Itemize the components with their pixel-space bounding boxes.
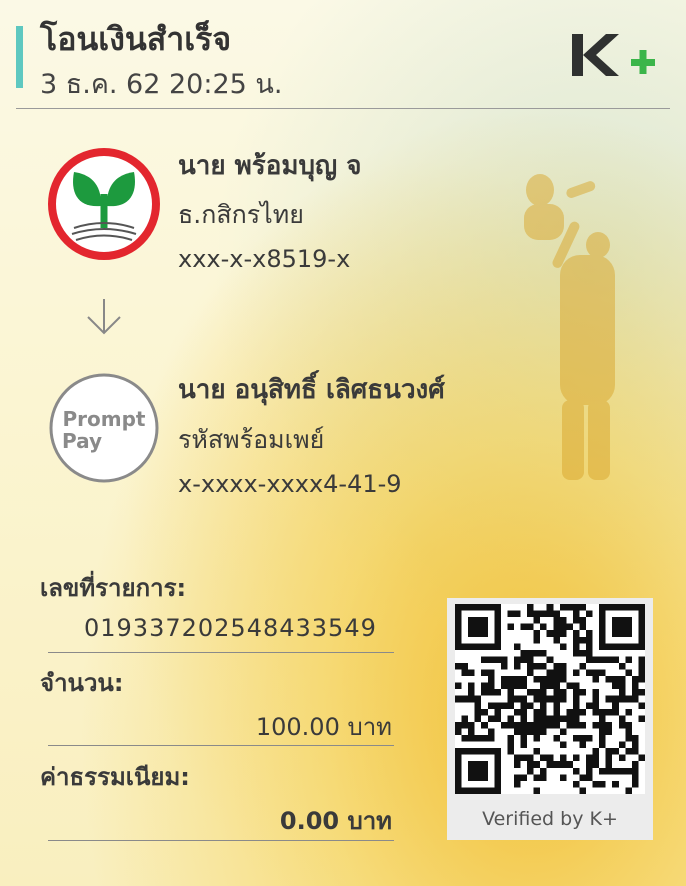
promptpay-logo: Prompt Pay [49,373,159,483]
sender-bank: ธ.กสิกรไทย [178,200,304,229]
fee-value: 0.00 บาท [279,807,392,835]
divider [48,840,394,841]
verified-label: Verified by K+ [482,808,618,830]
arrow-down-icon [87,299,121,335]
transaction-datetime: 3 ธ.ค. 62 20:25 น. [40,69,283,100]
amount-value: 100.00 บาท [255,713,392,741]
promptpay-logo-line2: Pay [62,429,102,453]
title-accent-bar [16,26,23,88]
header-divider [16,108,670,109]
amount-label: จำนวน: [40,669,124,697]
qr-code[interactable] [455,604,645,794]
receiver-account: x-xxxx-xxxx4-41-9 [178,470,402,498]
receiver-name: นาย อนุสิทธิ์ เลิศธนวงศ์ [178,375,445,405]
divider [48,652,394,653]
divider [48,745,394,746]
sender-name: นาย พร้อมบุญ จ [178,151,362,181]
receiver-bank: รหัสพร้อมเพย์ [178,425,325,454]
reference-number: 019337202548433549 [84,614,377,642]
kplus-logo [572,34,655,76]
promptpay-logo-line1: Prompt [63,407,146,431]
transfer-slip: โอนเงินสำเร็จ 3 ธ.ค. 62 20:25 น. นาย พร้… [0,0,686,886]
background-photo [524,174,615,480]
sender-account: xxx-x-x8519-x [178,245,351,273]
fee-label: ค่าธรรมเนียม: [40,763,190,791]
reference-label: เลขที่รายการ: [40,574,187,602]
page-title: โอนเงินสำเร็จ [40,20,232,58]
kbank-logo [48,148,160,260]
